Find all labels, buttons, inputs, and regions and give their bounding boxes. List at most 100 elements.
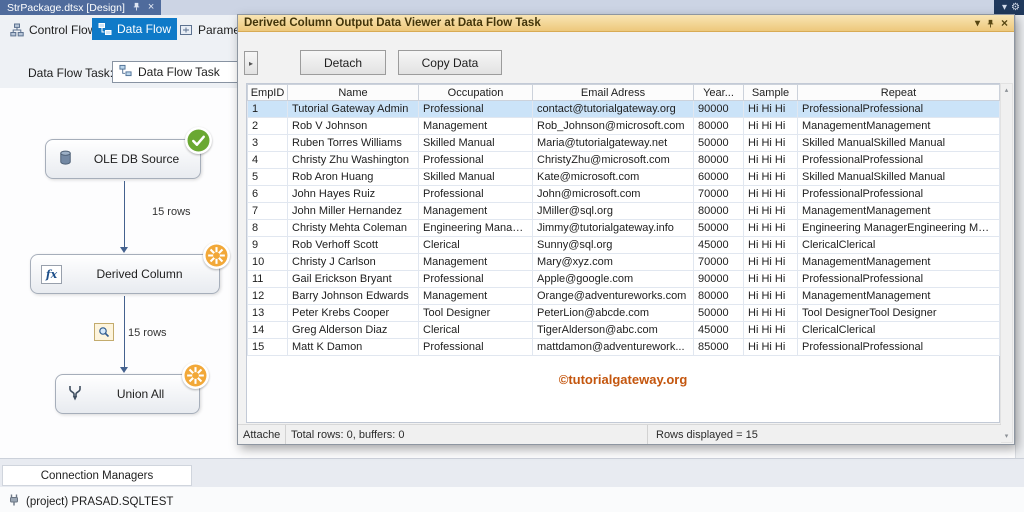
grid-cell[interactable]: 90000 — [693, 100, 744, 118]
grid-cell[interactable]: Ruben Torres Williams — [287, 134, 419, 152]
grid-cell[interactable]: ProfessionalProfessional — [797, 185, 1000, 203]
grid-cell[interactable]: 4 — [247, 151, 288, 169]
grid-cell[interactable]: John@microsoft.com — [532, 185, 694, 203]
grid-cell[interactable]: Hi Hi Hi — [743, 100, 798, 118]
grid-cell[interactable]: Clerical — [418, 321, 533, 339]
grid-cell[interactable]: Management — [418, 117, 533, 135]
grid-cell[interactable]: 70000 — [693, 185, 744, 203]
grid-cell[interactable]: 15 — [247, 338, 288, 356]
grid-column-header[interactable]: Occupation — [418, 84, 533, 101]
grid-cell[interactable]: Tool DesignerTool Designer — [797, 304, 1000, 322]
data-path-connector[interactable] — [124, 296, 125, 367]
data-viewer-title-bar[interactable]: Derived Column Output Data Viewer at Dat… — [238, 15, 1014, 32]
grid-cell[interactable]: 90000 — [693, 270, 744, 288]
grid-cell[interactable]: Kate@microsoft.com — [532, 168, 694, 186]
pin-icon[interactable] — [132, 2, 141, 14]
grid-cell[interactable]: Matt K Damon — [287, 338, 419, 356]
grid-cell[interactable]: Jimmy@tutorialgateway.info — [532, 219, 694, 237]
grid-cell[interactable]: Hi Hi Hi — [743, 236, 798, 254]
grid-column-header[interactable]: Name — [287, 84, 419, 101]
grid-cell[interactable]: ChristyZhu@microsoft.com — [532, 151, 694, 169]
grid-cell[interactable]: Professional — [418, 185, 533, 203]
grid-cell[interactable]: Skilled ManualSkilled Manual — [797, 134, 1000, 152]
grid-cell[interactable]: Hi Hi Hi — [743, 202, 798, 220]
grid-cell[interactable]: TigerAlderson@abc.com — [532, 321, 694, 339]
grid-cell[interactable]: 60000 — [693, 168, 744, 186]
grid-cell[interactable]: 80000 — [693, 287, 744, 305]
table-row[interactable]: 2 Rob V Johnson Management Rob_Johnson@micr… — [247, 117, 1000, 135]
tab-data-flow[interactable]: Data Flow — [92, 18, 178, 40]
table-row[interactable]: 8 Christy Mehta Coleman Engineering Manage… — [247, 219, 1000, 237]
grid-column-header[interactable]: Email Adress — [532, 84, 694, 101]
connection-manager-item[interactable]: (project) PRASAD.SQLTEST — [8, 494, 173, 509]
table-row[interactable]: 3 Ruben Torres Williams Skilled Manual Mari… — [247, 134, 1000, 152]
grid-cell[interactable]: 8 — [247, 219, 288, 237]
grid-column-header[interactable]: EmpID — [247, 84, 288, 101]
connection-managers-tab[interactable]: Connection Managers — [2, 465, 192, 486]
grid-cell[interactable]: 6 — [247, 185, 288, 203]
grid-cell[interactable]: Hi Hi Hi — [743, 270, 798, 288]
grid-cell[interactable]: Sunny@sql.org — [532, 236, 694, 254]
grid-cell[interactable]: Peter Krebs Cooper — [287, 304, 419, 322]
grid-cell[interactable]: ProfessionalProfessional — [797, 151, 1000, 169]
grid-cell[interactable]: Professional — [418, 338, 533, 356]
table-row[interactable]: 13 Peter Krebs Cooper Tool Designer PeterLi… — [247, 304, 1000, 322]
grid-cell[interactable]: 50000 — [693, 304, 744, 322]
grid-cell[interactable]: 1 — [247, 100, 288, 118]
grid-cell[interactable]: Hi Hi Hi — [743, 219, 798, 237]
grid-cell[interactable]: Skilled Manual — [418, 168, 533, 186]
grid-cell[interactable]: Management — [418, 253, 533, 271]
data-path-connector[interactable] — [124, 181, 125, 247]
chevron-down-icon[interactable]: ▾ — [975, 18, 980, 29]
tab-control-flow[interactable]: Control Flow — [4, 19, 102, 41]
grid-cell[interactable]: John Hayes Ruiz — [287, 185, 419, 203]
grid-cell[interactable]: Professional — [418, 270, 533, 288]
close-icon[interactable]: × — [148, 2, 154, 13]
grid-cell[interactable]: contact@tutorialgateway.org — [532, 100, 694, 118]
grid-cell[interactable]: PeterLion@abcde.com — [532, 304, 694, 322]
grid-cell[interactable]: Mary@xyz.com — [532, 253, 694, 271]
table-row[interactable]: 15 Matt K Damon Professional mattdamon@adve… — [247, 338, 1000, 356]
table-row[interactable]: 4 Christy Zhu Washington Professional Chris… — [247, 151, 1000, 169]
grid-cell[interactable]: Skilled ManualSkilled Manual — [797, 168, 1000, 186]
data-flow-task-combobox[interactable]: Data Flow Task — [112, 61, 238, 83]
grid-cell[interactable]: 3 — [247, 134, 288, 152]
node-derived-column[interactable]: fx Derived Column — [30, 254, 220, 294]
grid-cell[interactable]: Professional — [418, 100, 533, 118]
grid-cell[interactable]: 85000 — [693, 338, 744, 356]
grid-cell[interactable]: 80000 — [693, 202, 744, 220]
grid-cell[interactable]: Hi Hi Hi — [743, 304, 798, 322]
table-row[interactable]: 9 Rob Verhoff Scott Clerical Sunny@sql.org 4… — [247, 236, 1000, 254]
grid-column-header[interactable]: Sample — [743, 84, 798, 101]
table-row[interactable]: 11 Gail Erickson Bryant Professional Apple@… — [247, 270, 1000, 288]
grid-cell[interactable]: Hi Hi Hi — [743, 185, 798, 203]
table-row[interactable]: 14 Greg Alderson Diaz Clerical TigerAlderso… — [247, 321, 1000, 339]
table-row[interactable]: 6 John Hayes Ruiz Professional John@microso… — [247, 185, 1000, 203]
grid-cell[interactable]: ManagementManagement — [797, 253, 1000, 271]
grid-cell[interactable]: 14 — [247, 321, 288, 339]
grid-cell[interactable]: Hi Hi Hi — [743, 151, 798, 169]
copy-data-button[interactable]: Copy Data — [398, 50, 502, 75]
grid-cell[interactable]: 5 — [247, 168, 288, 186]
grid-cell[interactable]: 70000 — [693, 253, 744, 271]
designer-scrollbar[interactable] — [1015, 15, 1024, 458]
grid-cell[interactable]: Rob Verhoff Scott — [287, 236, 419, 254]
scroll-up-icon[interactable]: ▴ — [1001, 84, 1012, 96]
chevron-down-icon[interactable]: ▾ — [1002, 2, 1007, 13]
data-viewer-magnifier-icon[interactable] — [94, 323, 114, 341]
grid-cell[interactable]: Tutorial Gateway Admin — [287, 100, 419, 118]
pin-icon[interactable] — [986, 19, 995, 28]
grid-cell[interactable]: ClericalClerical — [797, 321, 1000, 339]
grid-cell[interactable]: Christy J Carlson — [287, 253, 419, 271]
grid-cell[interactable]: ManagementManagement — [797, 117, 1000, 135]
grid-cell[interactable]: Orange@adventureworks.com — [532, 287, 694, 305]
gear-icon[interactable]: ⚙ — [1011, 2, 1020, 13]
grid-column-header[interactable]: Repeat — [797, 84, 1000, 101]
grid-cell[interactable]: Tool Designer — [418, 304, 533, 322]
grid-cell[interactable]: 80000 — [693, 117, 744, 135]
grid-cell[interactable]: mattdamon@adventurework... — [532, 338, 694, 356]
grid-cell[interactable]: Hi Hi Hi — [743, 321, 798, 339]
grid-cell[interactable]: ProfessionalProfessional — [797, 100, 1000, 118]
table-row[interactable]: 5 Rob Aron Huang Skilled Manual Kate@micros… — [247, 168, 1000, 186]
grid-cell[interactable]: ProfessionalProfessional — [797, 270, 1000, 288]
